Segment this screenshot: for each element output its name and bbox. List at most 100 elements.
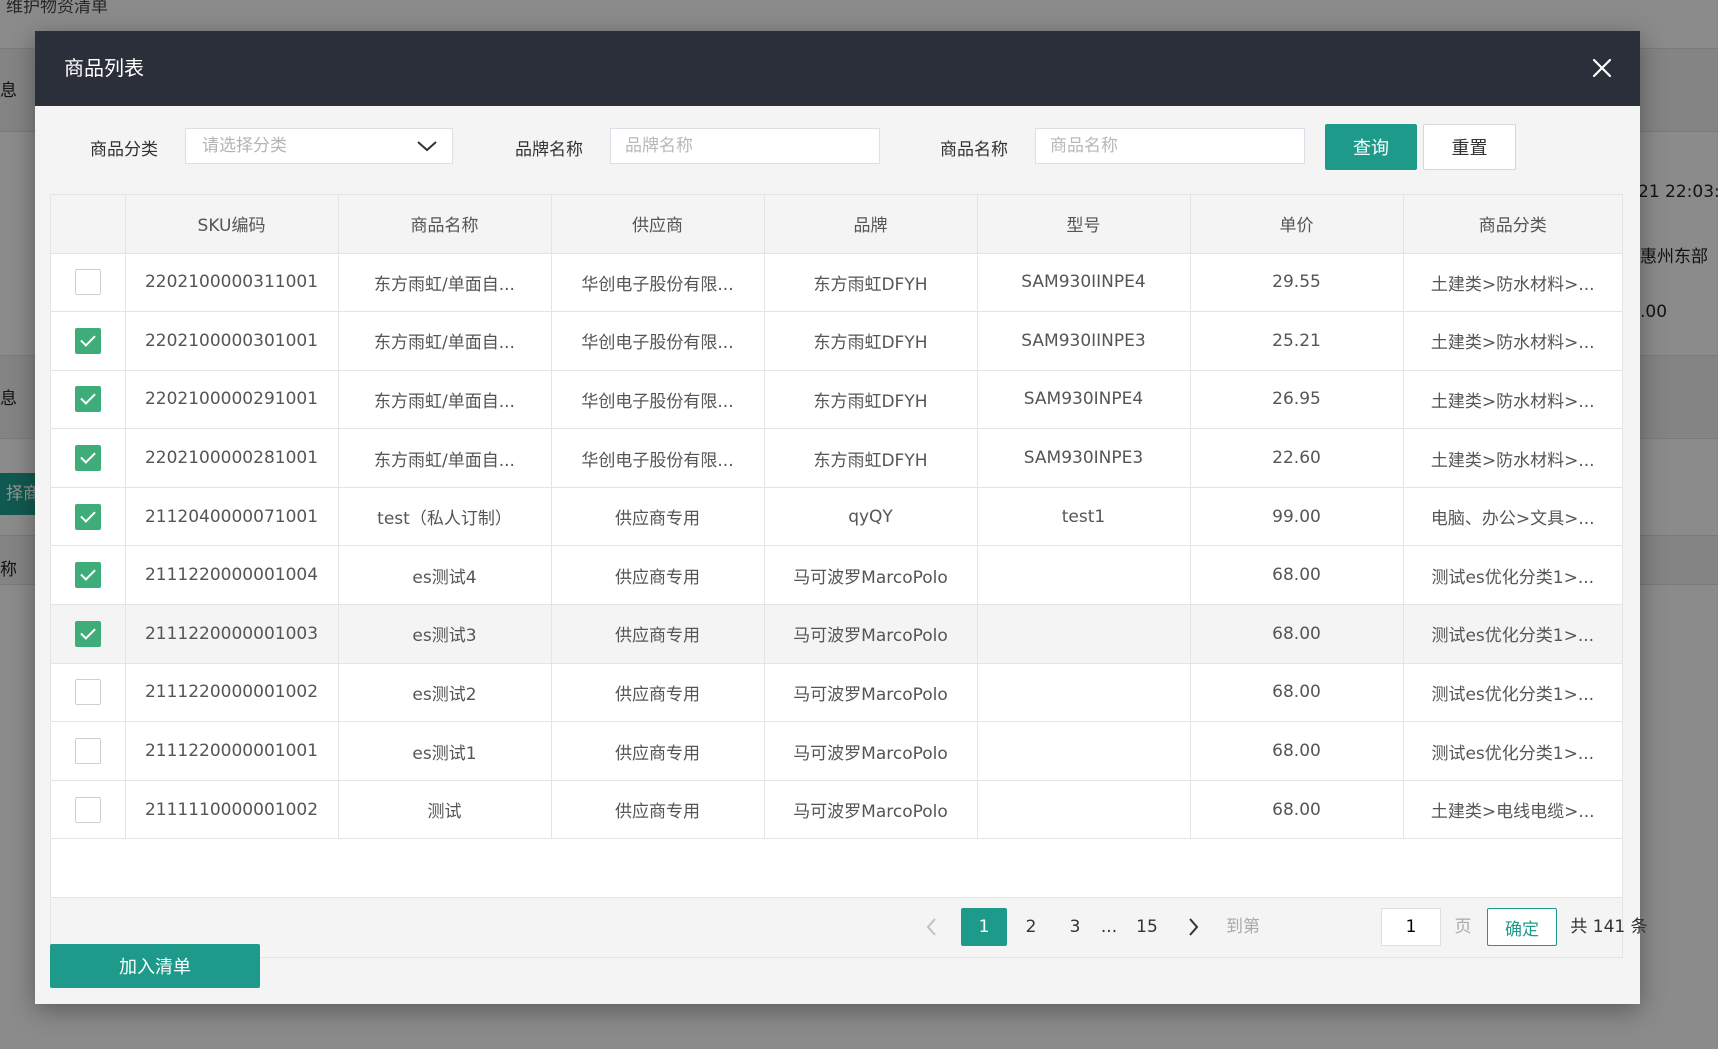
cell-category: 土建类>防水材料>...	[1402, 428, 1622, 488]
cell-sku: 2202100000311001	[124, 252, 339, 313]
cell-supplier: 供应商专用	[550, 721, 765, 781]
cell-price: 68.00	[1189, 721, 1404, 781]
row-select-cell	[51, 779, 126, 840]
row-select-cell	[51, 721, 126, 781]
cell-brand: 马可波罗MarcoPolo	[763, 662, 978, 723]
cell-model	[976, 604, 1191, 664]
cell-model	[976, 662, 1191, 723]
cell-supplier: 华创电子股份有限...	[550, 428, 765, 488]
reset-button[interactable]: 重置	[1423, 124, 1516, 170]
column-header-brand: 品牌	[763, 195, 978, 254]
row-checkbox[interactable]	[74, 562, 101, 589]
cell-price: 68.00	[1189, 662, 1404, 723]
table-row[interactable]: 2202100000281001 东方雨虹/单面自... 华创电子股份有限... 东方…	[51, 428, 1622, 488]
cell-category: 电脑、办公>文具>...	[1402, 486, 1622, 547]
goto-page-input[interactable]	[1381, 908, 1441, 946]
cell-category: 土建类>防水材料>...	[1402, 252, 1622, 313]
row-checkbox[interactable]	[74, 738, 101, 765]
cell-category: 土建类>防水材料>...	[1402, 369, 1622, 430]
category-select[interactable]: 请选择分类	[185, 128, 453, 164]
cell-supplier: 供应商专用	[550, 662, 765, 723]
page-button-2[interactable]: 2	[1011, 908, 1051, 946]
product-name-label: 商品名称	[940, 140, 1008, 160]
table-row[interactable]: 2111220000001001 es测试1 供应商专用 马可波罗MarcoPolo 6…	[51, 721, 1622, 781]
cell-supplier: 供应商专用	[550, 604, 765, 664]
cell-sku: 2111220000001004	[124, 545, 339, 606]
cell-brand: 东方雨虹DFYH	[763, 311, 978, 371]
table-row[interactable]: 2111220000001004 es测试4 供应商专用 马可波罗MarcoPolo 6…	[51, 545, 1622, 606]
row-checkbox[interactable]	[74, 796, 101, 823]
row-checkbox[interactable]	[74, 620, 101, 647]
column-header-name: 商品名称	[337, 195, 552, 254]
cell-price: 25.21	[1189, 311, 1404, 371]
table-row[interactable]: 2202100000311001 东方雨虹/单面自... 华创电子股份有限... 东方…	[51, 252, 1622, 313]
cell-brand: qyQY	[763, 486, 978, 547]
cell-brand: 东方雨虹DFYH	[763, 369, 978, 430]
table-row[interactable]: 2111110000001002 测试 供应商专用 马可波罗MarcoPolo 68.0…	[51, 779, 1622, 840]
page-button-1[interactable]: 1	[961, 908, 1007, 946]
goto-confirm-button[interactable]: 确定	[1487, 908, 1557, 946]
cell-sku: 2111220000001001	[124, 721, 339, 781]
page-ellipsis[interactable]: ...	[1095, 908, 1123, 946]
table-header-row: SKU编码 商品名称 供应商 品牌 型号 单价 商品分类	[51, 195, 1622, 254]
cell-price: 68.00	[1189, 604, 1404, 664]
table-row[interactable]: 2202100000301001 东方雨虹/单面自... 华创电子股份有限... 东方…	[51, 311, 1622, 371]
brand-input[interactable]	[610, 128, 880, 164]
cell-name: es测试3	[337, 604, 552, 664]
row-checkbox[interactable]	[74, 679, 101, 706]
cell-name: 东方雨虹/单面自...	[337, 311, 552, 371]
chevron-down-icon	[416, 138, 438, 158]
table-row[interactable]: 2112040000071001 test（私人订制） 供应商专用 qyQY test1…	[51, 486, 1622, 547]
cell-brand: 马可波罗MarcoPolo	[763, 779, 978, 840]
cell-model: test1	[976, 486, 1191, 547]
brand-label: 品牌名称	[515, 140, 583, 160]
category-label: 商品分类	[90, 140, 158, 160]
cell-model: SAM930IINPE4	[976, 252, 1191, 313]
cell-model	[976, 779, 1191, 840]
row-checkbox[interactable]	[74, 445, 101, 472]
prev-page-icon[interactable]	[916, 908, 946, 946]
cell-name: 测试	[337, 779, 552, 840]
product-name-input[interactable]	[1035, 128, 1305, 164]
cell-category: 测试es优化分类1>...	[1402, 545, 1622, 606]
total-count: 共 141 条	[1570, 917, 1648, 937]
product-table: SKU编码 商品名称 供应商 品牌 型号 单价 商品分类 22021000003…	[50, 194, 1623, 898]
table-row[interactable]: 2111220000001002 es测试2 供应商专用 马可波罗MarcoPolo 6…	[51, 662, 1622, 723]
row-checkbox[interactable]	[74, 503, 101, 530]
row-select-cell	[51, 369, 126, 430]
modal-body: 商品分类 请选择分类 品牌名称 商品名称 查询 重置 SKU编码	[35, 106, 1648, 1004]
cell-brand: 东方雨虹DFYH	[763, 428, 978, 488]
row-checkbox[interactable]	[74, 327, 101, 354]
cell-sku: 2111110000001002	[124, 779, 339, 840]
page-button-15[interactable]: 15	[1125, 908, 1169, 946]
column-header-price: 单价	[1189, 195, 1404, 254]
cell-category: 测试es优化分类1>...	[1402, 604, 1622, 664]
close-icon[interactable]	[1584, 50, 1620, 86]
next-page-icon[interactable]	[1179, 908, 1209, 946]
table-body: 2202100000311001 东方雨虹/单面自... 华创电子股份有限... 东方…	[51, 252, 1622, 840]
row-checkbox[interactable]	[74, 269, 101, 296]
cell-category: 土建类>电线电缆>...	[1402, 779, 1622, 840]
cell-price: 68.00	[1189, 779, 1404, 840]
select-column-header	[51, 195, 126, 254]
query-button[interactable]: 查询	[1325, 124, 1417, 170]
table-row[interactable]: 2202100000291001 东方雨虹/单面自... 华创电子股份有限... 东方…	[51, 369, 1622, 430]
cell-price: 26.95	[1189, 369, 1404, 430]
modal-header: 商品列表	[35, 31, 1640, 106]
row-select-cell	[51, 604, 126, 664]
row-checkbox[interactable]	[74, 386, 101, 413]
page-button-3[interactable]: 3	[1055, 908, 1095, 946]
cell-price: 68.00	[1189, 545, 1404, 606]
cell-sku: 2202100000301001	[124, 311, 339, 371]
cell-model	[976, 721, 1191, 781]
row-select-cell	[51, 545, 126, 606]
row-select-cell	[51, 311, 126, 371]
cell-supplier: 供应商专用	[550, 486, 765, 547]
cell-category: 测试es优化分类1>...	[1402, 721, 1622, 781]
cell-supplier: 供应商专用	[550, 545, 765, 606]
add-to-list-button[interactable]: 加入清单	[50, 944, 260, 988]
cell-brand: 马可波罗MarcoPolo	[763, 545, 978, 606]
goto-label: 到第	[1226, 917, 1260, 937]
column-header-sku: SKU编码	[124, 195, 339, 254]
table-row[interactable]: 2111220000001003 es测试3 供应商专用 马可波罗MarcoPolo 6…	[51, 604, 1622, 664]
